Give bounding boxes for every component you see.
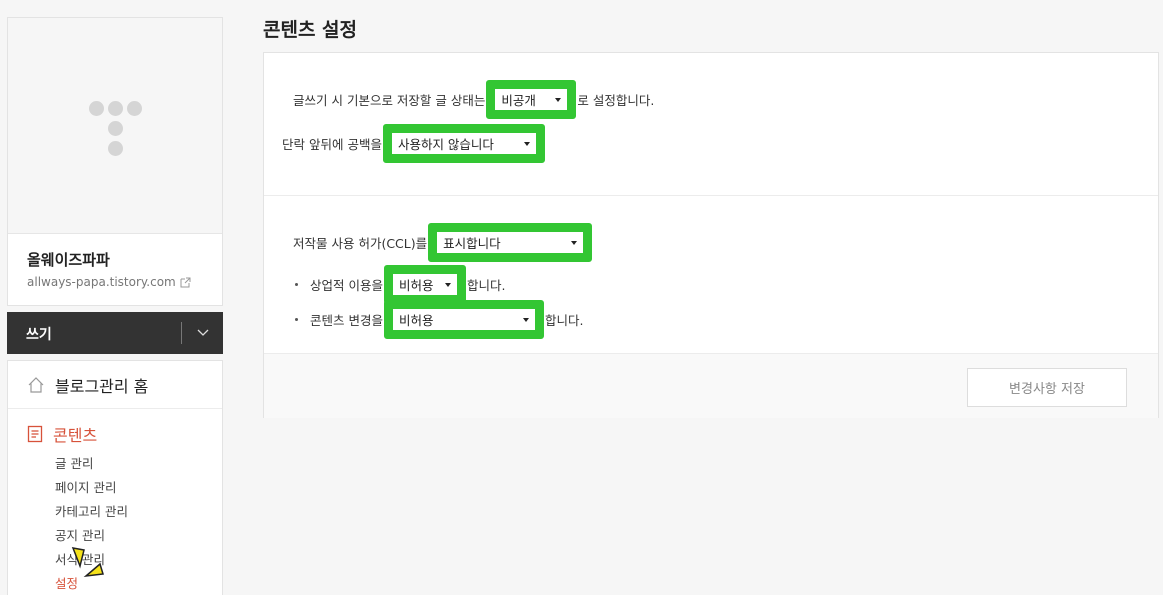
blog-url-link[interactable]: allways-papa.tistory.com xyxy=(27,275,191,289)
commercial-prefix: 상업적 이용을 xyxy=(310,278,383,293)
sidebar-item-home-label[interactable]: 블로그관리 홈 xyxy=(55,373,148,397)
commercial-row: 상업적 이용을 비허용 합니다. xyxy=(295,265,505,304)
modification-highlight: 비허용 xyxy=(383,300,544,339)
bullet xyxy=(295,318,298,321)
blog-url[interactable]: allways-papa.tistory.com xyxy=(27,275,176,289)
blog-name[interactable]: 올웨이즈파파 xyxy=(27,249,110,270)
section-divider xyxy=(264,195,1158,196)
bullet xyxy=(295,283,298,286)
caret-down-icon[interactable] xyxy=(444,282,451,287)
default-status-prefix: 글쓰기 시 기본으로 저장할 글 상태는 xyxy=(293,93,486,108)
caret-down-icon[interactable] xyxy=(523,141,530,146)
settings-panel: 글쓰기 시 기본으로 저장할 글 상태는 비공개 로 설정합니다. 단락 앞뒤에… xyxy=(263,52,1159,418)
default-status-suffix: 로 설정합니다. xyxy=(577,93,655,108)
document-icon xyxy=(27,425,43,443)
caret-down-icon[interactable] xyxy=(571,240,578,245)
modification-prefix: 콘텐츠 변경을 xyxy=(310,313,383,328)
modification-value[interactable]: 비허용 xyxy=(399,310,434,329)
chevron-down-icon[interactable] xyxy=(193,322,213,344)
ccl-select[interactable]: 표시합니다 xyxy=(437,232,584,253)
paragraph-space-row: 단락 앞뒤에 공백을 사용하지 않습니다 xyxy=(282,124,546,163)
caret-down-icon[interactable] xyxy=(522,317,529,322)
submenu-notice-manage[interactable]: 공지 관리 xyxy=(55,524,222,548)
default-status-select[interactable]: 비공개 xyxy=(495,89,568,110)
home-icon xyxy=(28,376,44,393)
write-button[interactable]: 쓰기 xyxy=(26,324,52,344)
paragraph-space-select[interactable]: 사용하지 않습니다 xyxy=(391,133,536,154)
default-status-value[interactable]: 비공개 xyxy=(501,90,536,109)
paragraph-space-value[interactable]: 사용하지 않습니다 xyxy=(398,134,494,153)
modification-row: 콘텐츠 변경을 비허용 합니다. xyxy=(295,300,583,339)
commercial-highlight: 비허용 xyxy=(383,265,466,304)
blog-thumbnail xyxy=(8,18,222,234)
modification-select[interactable]: 비허용 xyxy=(392,309,535,330)
panel-footer: 변경사항 저장 xyxy=(264,353,1158,418)
tistory-logo-icon xyxy=(8,18,222,233)
submenu-post-manage[interactable]: 글 관리 xyxy=(55,452,222,476)
contents-submenu: 글 관리 페이지 관리 카테고리 관리 공지 관리 서식 관리 설정 xyxy=(8,452,222,595)
commercial-select[interactable]: 비허용 xyxy=(392,274,457,295)
ccl-row: 저작물 사용 허가(CCL)를 표시합니다 xyxy=(293,223,593,262)
sidebar-item-contents[interactable]: 콘텐츠 xyxy=(8,422,222,446)
default-status-highlight: 비공개 xyxy=(486,80,577,119)
ccl-highlight: 표시합니다 xyxy=(428,223,593,262)
submenu-page-manage[interactable]: 페이지 관리 xyxy=(55,476,222,500)
sidebar-item-home[interactable]: 블로그관리 홈 xyxy=(8,361,222,409)
admin-menu: 블로그관리 홈 콘텐츠 글 관리 페이지 관리 카테고리 관리 공지 관리 서식… xyxy=(7,360,223,595)
write-bar: 쓰기 xyxy=(7,312,223,354)
sidebar-item-contents-label[interactable]: 콘텐츠 xyxy=(53,422,97,446)
submenu-category-manage[interactable]: 카테고리 관리 xyxy=(55,500,222,524)
paragraph-space-highlight: 사용하지 않습니다 xyxy=(382,124,545,163)
write-divider xyxy=(181,322,182,344)
external-link-icon[interactable] xyxy=(180,277,191,288)
caret-down-icon[interactable] xyxy=(555,97,562,102)
ccl-prefix: 저작물 사용 허가(CCL)를 xyxy=(293,236,428,251)
ccl-value[interactable]: 표시합니다 xyxy=(443,233,501,252)
blog-profile-card: 올웨이즈파파 allways-papa.tistory.com xyxy=(7,17,223,306)
page-title: 콘텐츠 설정 xyxy=(263,19,358,41)
commercial-suffix: 합니다. xyxy=(466,278,506,293)
cursor-highlight-icon xyxy=(71,547,104,578)
commercial-value[interactable]: 비허용 xyxy=(399,275,434,294)
modification-suffix: 합니다. xyxy=(544,313,584,328)
paragraph-space-prefix: 단락 앞뒤에 공백을 xyxy=(282,137,382,152)
save-changes-button[interactable]: 변경사항 저장 xyxy=(967,368,1127,407)
default-status-row: 글쓰기 시 기본으로 저장할 글 상태는 비공개 로 설정합니다. xyxy=(293,80,654,119)
